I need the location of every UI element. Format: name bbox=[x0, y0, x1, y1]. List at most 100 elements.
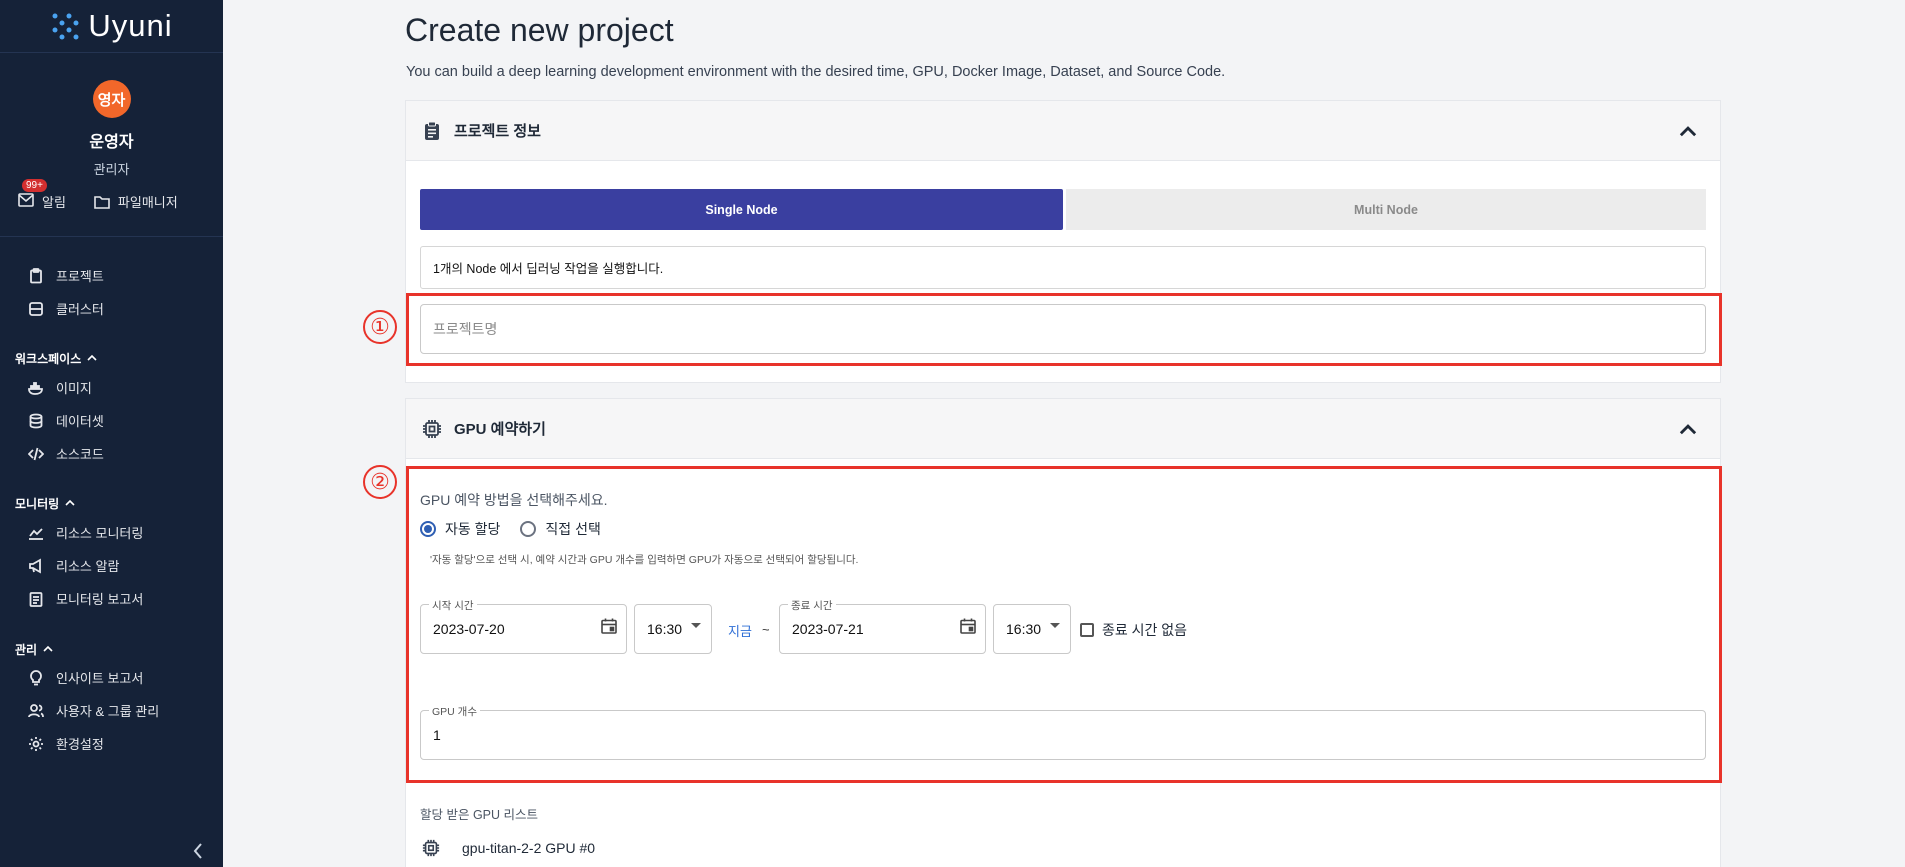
radio-auto-assign[interactable] bbox=[420, 521, 436, 537]
nav-group-workspace[interactable]: 워크스페이스 bbox=[0, 343, 97, 373]
lightbulb-icon bbox=[30, 669, 42, 685]
no-end-time-option[interactable]: 종료 시간 없음 bbox=[1080, 620, 1187, 640]
auto-assign-hint: '자동 할당'으로 선택 시, 예약 시간과 GPU 개수를 입력하면 GPU가… bbox=[430, 554, 859, 566]
gpu-count-field[interactable]: GPU 개수 1 bbox=[420, 704, 1706, 760]
gpu-reservation-header[interactable]: GPU 예약하기 bbox=[406, 399, 1720, 459]
sidebar-item-label: 이미지 bbox=[56, 381, 92, 396]
nav-group-admin[interactable]: 관리 bbox=[0, 634, 53, 664]
gpu-count-value: 1 bbox=[433, 727, 441, 743]
chevron-left-icon bbox=[193, 843, 202, 859]
sidebar-item-source-code[interactable]: 소스코드 bbox=[0, 437, 223, 470]
sidebar-item-label: 환경설정 bbox=[56, 737, 104, 752]
sidebar: Uyuni 영자 운영자 관리자 99+ 알림 파일매니저 프로젝트 클러스터 bbox=[0, 0, 223, 867]
caret-down-icon bbox=[1050, 623, 1060, 628]
start-time-value: 16:30 bbox=[647, 621, 683, 637]
sidebar-item-settings[interactable]: 환경설정 bbox=[0, 727, 223, 760]
file-manager-label: 파일매니저 bbox=[117, 195, 178, 210]
user-role: 관리자 bbox=[93, 162, 130, 177]
gpu-name: gpu-titan-2-2 GPU #0 bbox=[462, 840, 596, 856]
sidebar-item-label: 리소스 모니터링 bbox=[56, 526, 144, 541]
sidebar-item-users-groups[interactable]: 사용자 & 그룹 관리 bbox=[0, 694, 223, 727]
tab-single-node[interactable]: Single Node bbox=[420, 189, 1063, 230]
sidebar-item-label: 소스코드 bbox=[56, 447, 104, 462]
nav-group-monitoring[interactable]: 모니터링 bbox=[0, 488, 75, 518]
avatar[interactable]: 영자 bbox=[92, 80, 131, 118]
sidebar-item-insight-report[interactable]: 인사이트 보고서 bbox=[0, 661, 223, 694]
nav-workspace: 이미지 데이터셋 소스코드 bbox=[0, 371, 223, 470]
calendar-icon[interactable] bbox=[600, 617, 618, 635]
sidebar-item-resource-monitoring[interactable]: 리소스 모니터링 bbox=[0, 516, 223, 549]
gear-icon bbox=[29, 736, 43, 751]
main-content: Create new project You can build a deep … bbox=[223, 0, 1905, 867]
cpu-chip-icon bbox=[423, 419, 441, 438]
project-info-card: 프로젝트 정보 Single Node Multi Node 1개의 Node … bbox=[405, 100, 1722, 383]
page-subtitle: You can build a deep learning developmen… bbox=[406, 64, 1226, 80]
radio-manual-select-label[interactable]: 직접 선택 bbox=[545, 519, 600, 539]
end-date-field[interactable]: 종료 시간 2023-07-21 bbox=[779, 598, 986, 654]
project-name-input[interactable] bbox=[433, 321, 1705, 337]
start-time-select[interactable]: 16:30 bbox=[634, 604, 712, 654]
nav-admin: 인사이트 보고서 사용자 & 그룹 관리 환경설정 bbox=[0, 661, 223, 760]
annotation-marker-2: ② bbox=[363, 465, 397, 499]
server-icon bbox=[29, 301, 43, 316]
project-name-field[interactable] bbox=[420, 304, 1706, 354]
chevron-up-icon bbox=[87, 354, 97, 361]
sidebar-divider bbox=[0, 236, 223, 237]
now-link[interactable]: 지금 bbox=[728, 621, 752, 640]
sidebar-item-label: 클러스터 bbox=[56, 302, 104, 317]
reservation-method-options: 자동 할당 직접 선택 bbox=[420, 519, 601, 539]
sidebar-item-resource-alarm[interactable]: 리소스 알람 bbox=[0, 549, 223, 582]
app-name: Uyuni bbox=[88, 8, 173, 43]
project-info-header[interactable]: 프로젝트 정보 bbox=[406, 101, 1720, 161]
tab-multi-node[interactable]: Multi Node bbox=[1066, 189, 1706, 230]
sidebar-item-image[interactable]: 이미지 bbox=[0, 371, 223, 404]
end-time-select[interactable]: 16:30 bbox=[993, 604, 1071, 654]
notifications-label: 알림 bbox=[42, 195, 66, 210]
sidebar-item-label: 데이터셋 bbox=[56, 414, 104, 429]
docker-icon bbox=[28, 381, 43, 395]
notifications-link[interactable]: 99+ 알림 bbox=[18, 179, 66, 211]
users-icon bbox=[28, 703, 44, 717]
sidebar-item-dataset[interactable]: 데이터셋 bbox=[0, 404, 223, 437]
radio-auto-assign-label[interactable]: 자동 할당 bbox=[445, 519, 500, 539]
node-type-tabs: Single Node Multi Node bbox=[420, 189, 1706, 230]
nav-group-label: 관리 bbox=[15, 642, 38, 657]
sidebar-item-project[interactable]: 프로젝트 bbox=[0, 259, 223, 292]
caret-down-icon bbox=[691, 623, 701, 628]
logo[interactable]: Uyuni bbox=[0, 0, 223, 53]
no-end-time-checkbox[interactable] bbox=[1080, 623, 1094, 637]
folder-icon bbox=[94, 195, 110, 209]
gpu-count-label: GPU 개수 bbox=[429, 704, 480, 719]
end-date-value: 2023-07-21 bbox=[792, 621, 864, 637]
report-icon bbox=[29, 591, 43, 607]
sidebar-item-label: 리소스 알람 bbox=[56, 559, 120, 574]
chart-line-icon bbox=[29, 527, 43, 540]
sidebar-item-monitoring-report[interactable]: 모니터링 보고서 bbox=[0, 582, 223, 615]
sidebar-collapse-button[interactable] bbox=[193, 842, 203, 865]
quick-links: 99+ 알림 파일매니저 bbox=[18, 179, 218, 211]
section-title: GPU 예약하기 bbox=[454, 421, 546, 438]
calendar-icon[interactable] bbox=[959, 617, 977, 635]
chevron-up-icon[interactable] bbox=[1678, 419, 1698, 439]
nav-group-label: 모니터링 bbox=[15, 496, 60, 511]
code-icon bbox=[28, 447, 44, 460]
database-icon bbox=[29, 413, 43, 428]
end-time-label: 종료 시간 bbox=[788, 598, 836, 613]
chevron-up-icon bbox=[43, 645, 53, 652]
radio-manual-select[interactable] bbox=[520, 521, 537, 537]
sidebar-item-label: 사용자 & 그룹 관리 bbox=[56, 704, 160, 719]
chevron-up-icon[interactable] bbox=[1678, 121, 1698, 141]
section-title: 프로젝트 정보 bbox=[454, 123, 541, 140]
nav-monitoring: 리소스 모니터링 리소스 알람 모니터링 보고서 bbox=[0, 516, 223, 615]
node-description: 1개의 Node 에서 딥러닝 작업을 실행합니다. bbox=[420, 246, 1706, 289]
file-manager-link[interactable]: 파일매니저 bbox=[94, 192, 178, 211]
start-date-field[interactable]: 시작 시간 2023-07-20 bbox=[420, 598, 627, 654]
range-separator: ~ bbox=[762, 622, 770, 637]
user-name: 운영자 bbox=[89, 134, 134, 151]
notification-badge: 99+ bbox=[22, 179, 47, 192]
page-title: Create new project bbox=[405, 12, 674, 48]
sidebar-item-cluster[interactable]: 클러스터 bbox=[0, 292, 223, 325]
clipboard-icon bbox=[425, 121, 439, 140]
nav-group-label: 워크스페이스 bbox=[15, 351, 82, 366]
assigned-gpu-list-label: 할당 받은 GPU 리스트 bbox=[420, 808, 539, 822]
